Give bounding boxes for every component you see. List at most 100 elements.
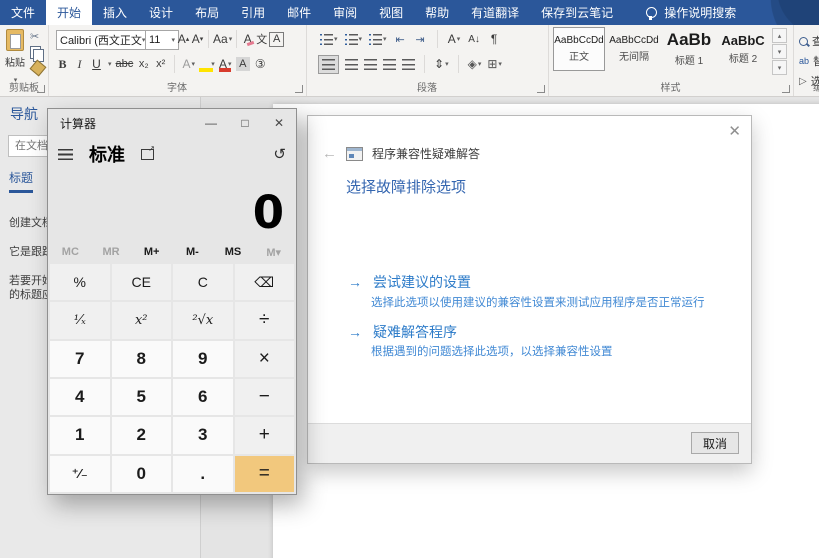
bullets-button[interactable]: ▾ bbox=[320, 31, 338, 47]
key-5[interactable]: 5 bbox=[112, 379, 172, 415]
option-try-recommended-settings[interactable]: → 尝试建议的设置 bbox=[348, 272, 471, 292]
memory-add-button[interactable]: M+ bbox=[131, 243, 172, 261]
key-equals[interactable]: = bbox=[235, 456, 295, 492]
find-button[interactable]: 查找 bbox=[799, 33, 819, 49]
tab-mailings[interactable]: 邮件 bbox=[276, 0, 322, 25]
character-border-button[interactable]: A bbox=[269, 32, 284, 47]
dialog-close-icon[interactable]: ✕ bbox=[728, 122, 741, 140]
clipboard-dialog-launcher[interactable] bbox=[37, 85, 45, 93]
superscript-button[interactable]: x² bbox=[154, 56, 167, 72]
key-subtract[interactable]: − bbox=[235, 379, 295, 415]
key-3[interactable]: 3 bbox=[173, 417, 233, 453]
key-backspace[interactable]: ⌫ bbox=[235, 264, 295, 300]
multilevel-list-button[interactable]: ▾ bbox=[369, 31, 387, 47]
text-effects-button[interactable]: A▾ bbox=[182, 56, 195, 72]
italic-button[interactable]: I bbox=[73, 56, 86, 72]
grow-font-button[interactable]: A▴ bbox=[177, 31, 190, 47]
memory-subtract-button[interactable]: M- bbox=[172, 243, 213, 261]
align-center-button[interactable] bbox=[345, 59, 358, 70]
phonetic-guide-button[interactable]: 文 bbox=[255, 31, 268, 47]
key-square-root[interactable]: ²√x bbox=[173, 302, 233, 338]
font-size-combobox[interactable]: 11 ▾ bbox=[145, 30, 179, 50]
memory-store-button[interactable]: MS bbox=[213, 243, 254, 261]
key-clear[interactable]: C bbox=[173, 264, 233, 300]
font-color-button[interactable]: A▾ bbox=[219, 56, 232, 72]
style-heading-1[interactable]: AaBb 标题 1 bbox=[663, 27, 715, 71]
calculator-titlebar[interactable]: 计算器 — □ ✕ bbox=[48, 109, 296, 137]
subscript-button[interactable]: x₂ bbox=[137, 56, 150, 72]
close-icon[interactable]: ✕ bbox=[262, 109, 296, 137]
styles-dialog-launcher[interactable] bbox=[782, 85, 790, 93]
key-divide[interactable]: ÷ bbox=[235, 302, 295, 338]
key-0[interactable]: 0 bbox=[112, 456, 172, 492]
keep-on-top-icon[interactable] bbox=[141, 149, 154, 160]
borders-button[interactable]: ⊞▾ bbox=[487, 56, 502, 72]
key-decimal[interactable]: . bbox=[173, 456, 233, 492]
font-dialog-launcher[interactable] bbox=[295, 85, 303, 93]
tab-youdao-translate[interactable]: 有道翻译 bbox=[460, 0, 530, 25]
align-right-button[interactable] bbox=[364, 59, 377, 70]
character-shading-button[interactable]: A bbox=[236, 57, 250, 71]
key-negate[interactable]: ⁺⁄₋ bbox=[50, 456, 110, 492]
paragraph-dialog-launcher[interactable] bbox=[537, 85, 545, 93]
sort-button[interactable]: A↓ bbox=[468, 31, 481, 47]
dialog-back-icon[interactable]: ← bbox=[322, 145, 337, 162]
cancel-button[interactable]: 取消 bbox=[691, 432, 739, 454]
strikethrough-button[interactable]: abc bbox=[116, 56, 134, 72]
tell-me-search[interactable]: 操作说明搜索 bbox=[646, 0, 736, 25]
format-painter-icon[interactable] bbox=[30, 60, 47, 77]
tab-layout[interactable]: 布局 bbox=[184, 0, 230, 25]
style-no-spacing[interactable]: AaBbCcDd 无间隔 bbox=[607, 27, 661, 71]
tab-home[interactable]: 开始 bbox=[46, 0, 92, 25]
minimize-icon[interactable]: — bbox=[194, 109, 228, 137]
text-highlight-button[interactable]: ▾ bbox=[199, 56, 215, 72]
show-formatting-marks-button[interactable]: ¶ bbox=[488, 31, 501, 47]
tab-review[interactable]: 审阅 bbox=[322, 0, 368, 25]
tab-file[interactable]: 文件 bbox=[0, 0, 46, 25]
key-multiply[interactable]: × bbox=[235, 341, 295, 377]
copy-icon[interactable] bbox=[30, 46, 41, 59]
line-spacing-button[interactable]: ⇕▾ bbox=[434, 56, 449, 72]
underline-button[interactable]: U bbox=[90, 56, 103, 72]
justify-button[interactable] bbox=[383, 59, 396, 70]
maximize-icon[interactable]: □ bbox=[228, 109, 262, 137]
key-7[interactable]: 7 bbox=[50, 341, 110, 377]
decrease-indent-button[interactable]: ⇤ bbox=[394, 31, 407, 47]
style-normal[interactable]: AaBbCcDd 正文 bbox=[553, 27, 605, 71]
clear-formatting-button[interactable]: A bbox=[241, 31, 254, 47]
distribute-button[interactable] bbox=[402, 59, 415, 70]
key-4[interactable]: 4 bbox=[50, 379, 110, 415]
key-1[interactable]: 1 bbox=[50, 417, 110, 453]
tab-save-to-cloud-notes[interactable]: 保存到云笔记 bbox=[530, 0, 624, 25]
increase-indent-button[interactable]: ⇥ bbox=[414, 31, 427, 47]
styles-scroll-down[interactable]: ▾ bbox=[772, 44, 787, 59]
tab-references[interactable]: 引用 bbox=[230, 0, 276, 25]
key-add[interactable]: + bbox=[235, 417, 295, 453]
option-troubleshoot-program[interactable]: → 疑难解答程序 bbox=[348, 322, 457, 342]
styles-gallery-more[interactable]: ▾ bbox=[772, 60, 787, 75]
numbering-button[interactable]: ▾ bbox=[345, 31, 363, 47]
shading-button[interactable]: ◈▾ bbox=[468, 56, 482, 72]
styles-scroll-up[interactable]: ▴ bbox=[772, 28, 787, 43]
hamburger-menu-icon[interactable] bbox=[58, 149, 73, 160]
key-2[interactable]: 2 bbox=[112, 417, 172, 453]
font-name-combobox[interactable]: Calibri (西文正文 ▾ bbox=[56, 30, 148, 50]
key-reciprocal[interactable]: ¹⁄ₓ bbox=[50, 302, 110, 338]
tab-help[interactable]: 帮助 bbox=[414, 0, 460, 25]
replace-button[interactable]: ab 替换 bbox=[799, 53, 819, 69]
align-left-button[interactable] bbox=[318, 55, 339, 74]
style-heading-2[interactable]: AaBbC 标题 2 bbox=[717, 27, 769, 71]
tab-design[interactable]: 设计 bbox=[138, 0, 184, 25]
key-9[interactable]: 9 bbox=[173, 341, 233, 377]
shrink-font-button[interactable]: A▾ bbox=[191, 31, 204, 47]
key-6[interactable]: 6 bbox=[173, 379, 233, 415]
change-case-button[interactable]: Aa▾ bbox=[213, 31, 232, 47]
key-8[interactable]: 8 bbox=[112, 341, 172, 377]
key-clear-entry[interactable]: CE bbox=[112, 264, 172, 300]
tab-view[interactable]: 视图 bbox=[368, 0, 414, 25]
history-icon[interactable]: ↺ bbox=[273, 145, 286, 163]
key-square[interactable]: x² bbox=[112, 302, 172, 338]
tab-insert[interactable]: 插入 bbox=[92, 0, 138, 25]
nav-tab-headings[interactable]: 标题 bbox=[9, 169, 33, 193]
asian-layout-button[interactable]: A▾ bbox=[448, 31, 461, 47]
